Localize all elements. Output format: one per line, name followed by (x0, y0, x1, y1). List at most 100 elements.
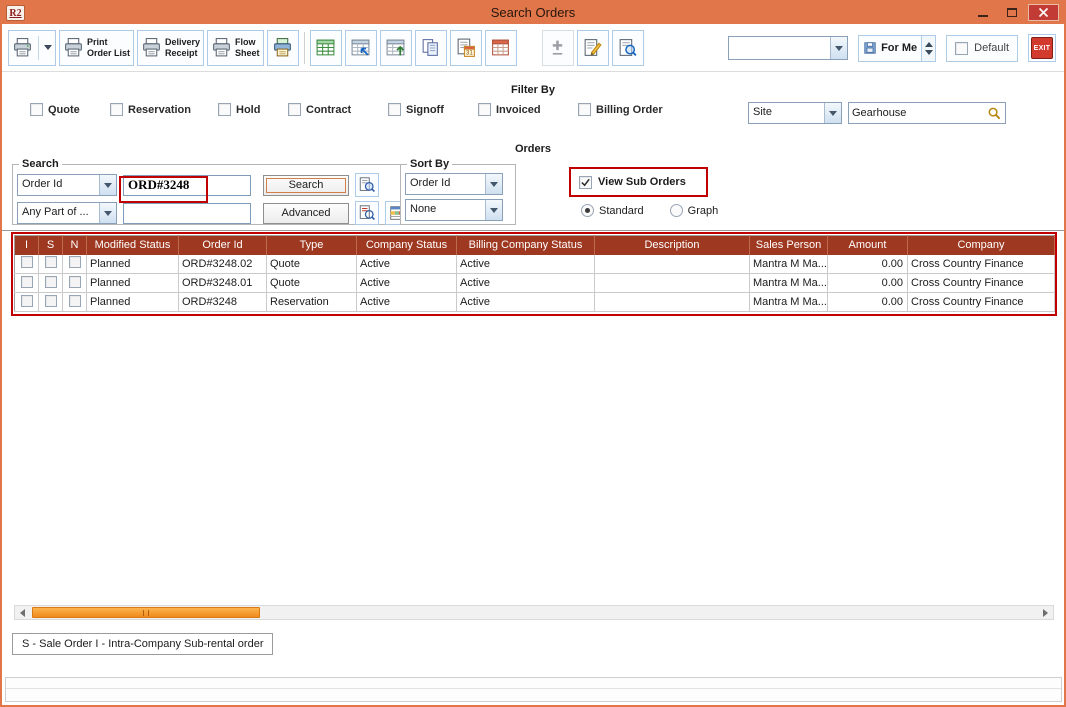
copy-button[interactable] (415, 30, 447, 66)
titlebar[interactable]: R2 Search Orders (2, 2, 1064, 24)
filter-checkbox-billing-order[interactable]: Billing Order (578, 103, 663, 116)
col-billing-company-status[interactable]: Billing Company Status (457, 236, 595, 255)
cell-order-id[interactable]: ORD#3248.01 (179, 274, 267, 293)
view-sub-orders-checkbox[interactable] (579, 176, 592, 189)
sort-primary-dropdown[interactable] (485, 174, 502, 194)
col-n[interactable]: N (63, 236, 87, 255)
cell-amount[interactable]: 0.00 (828, 293, 908, 312)
radio-selected-icon[interactable] (581, 204, 594, 217)
graph-radio-option[interactable]: Graph (670, 204, 719, 217)
schedule-button[interactable]: 31 (450, 30, 482, 66)
default-toggle[interactable]: Default (946, 35, 1018, 62)
filter-checkbox-quote[interactable]: Quote (30, 103, 80, 116)
delivery-receipt-button[interactable]: DeliveryReceipt (137, 30, 204, 66)
row-checkbox-s[interactable] (45, 295, 57, 307)
add-button[interactable] (542, 30, 574, 66)
cell-company[interactable]: Cross Country Finance (908, 293, 1055, 312)
checkbox[interactable] (110, 103, 123, 116)
spinner-up-icon[interactable] (925, 42, 933, 47)
spinner-down-icon[interactable] (925, 50, 933, 55)
cell-company-status[interactable]: Active (357, 274, 457, 293)
part-selector-dropdown[interactable] (99, 203, 116, 223)
cell-sales-person[interactable]: Mantra M Ma... (750, 255, 828, 274)
import-grid-button[interactable] (345, 30, 377, 66)
preview-button[interactable] (612, 30, 644, 66)
cell-amount[interactable]: 0.00 (828, 274, 908, 293)
checkbox[interactable] (578, 103, 591, 116)
cell-company-status[interactable]: Active (357, 255, 457, 274)
cell-type[interactable]: Quote (267, 274, 357, 293)
cell-type[interactable]: Quote (267, 255, 357, 274)
standard-radio-option[interactable]: Standard (581, 204, 644, 217)
filter-checkbox-reservation[interactable]: Reservation (110, 103, 191, 116)
print-split-button[interactable] (8, 30, 56, 66)
cell-billing-company-status[interactable]: Active (457, 293, 595, 312)
row-checkbox-s[interactable] (45, 276, 57, 288)
row-checkbox-n[interactable] (69, 276, 81, 288)
cell-modified-status[interactable]: Planned (87, 274, 179, 293)
flow-sheet-button[interactable]: FlowSheet (207, 30, 264, 66)
table-row[interactable]: Planned ORD#3248 Reservation Active Acti… (15, 293, 1055, 312)
cell-sales-person[interactable]: Mantra M Ma... (750, 274, 828, 293)
cell-company-status[interactable]: Active (357, 293, 457, 312)
cell-description[interactable] (595, 255, 750, 274)
maximize-button[interactable] (999, 4, 1024, 21)
cell-amount[interactable]: 0.00 (828, 255, 908, 274)
edit-button[interactable] (577, 30, 609, 66)
horizontal-scrollbar[interactable] (14, 605, 1054, 620)
default-checkbox[interactable] (955, 42, 968, 55)
search-button[interactable]: Search (263, 175, 349, 196)
col-amount[interactable]: Amount (828, 236, 908, 255)
cell-sales-person[interactable]: Mantra M Ma... (750, 293, 828, 312)
chevron-down-icon[interactable] (44, 45, 52, 50)
cell-order-id[interactable]: ORD#3248.02 (179, 255, 267, 274)
scroll-left-button[interactable] (15, 606, 30, 619)
filter-checkbox-hold[interactable]: Hold (218, 103, 260, 116)
sort-secondary-combo[interactable]: None (405, 199, 503, 221)
col-i[interactable]: I (15, 236, 39, 255)
profile-combo[interactable] (728, 36, 848, 60)
col-description[interactable]: Description (595, 236, 750, 255)
row-checkbox-n[interactable] (69, 256, 81, 268)
for-me-spinner[interactable] (922, 35, 936, 62)
sort-primary-combo[interactable]: Order Id (405, 173, 503, 195)
part-input[interactable] (123, 203, 251, 224)
site-search-field[interactable]: Gearhouse (848, 102, 1006, 124)
col-type[interactable]: Type (267, 236, 357, 255)
exit-button[interactable]: EXIT (1028, 34, 1056, 62)
col-company-status[interactable]: Company Status (357, 236, 457, 255)
scrollbar-track[interactable] (30, 606, 1038, 619)
cell-type[interactable]: Reservation (267, 293, 357, 312)
close-button[interactable] (1028, 4, 1059, 21)
filter-checkbox-signoff[interactable]: Signoff (388, 103, 444, 116)
calendar-button[interactable] (485, 30, 517, 66)
col-sales-person[interactable]: Sales Person (750, 236, 828, 255)
row-checkbox-s[interactable] (45, 256, 57, 268)
site-combo[interactable]: Site (748, 102, 842, 124)
row-checkbox-i[interactable] (21, 295, 33, 307)
scroll-right-button[interactable] (1038, 606, 1053, 619)
cell-billing-company-status[interactable]: Active (457, 274, 595, 293)
cell-company[interactable]: Cross Country Finance (908, 255, 1055, 274)
col-company[interactable]: Company (908, 236, 1055, 255)
col-s[interactable]: S (39, 236, 63, 255)
radio-icon[interactable] (670, 204, 683, 217)
checkbox[interactable] (388, 103, 401, 116)
print-color-button[interactable] (267, 30, 299, 66)
cell-description[interactable] (595, 293, 750, 312)
for-me-button[interactable]: For Me (858, 35, 922, 62)
row-checkbox-n[interactable] (69, 295, 81, 307)
send-grid-button[interactable] (380, 30, 412, 66)
cell-modified-status[interactable]: Planned (87, 255, 179, 274)
checkbox[interactable] (30, 103, 43, 116)
table-row[interactable]: Planned ORD#3248.01 Quote Active Active … (15, 274, 1055, 293)
part-selector[interactable]: Any Part of ... (17, 202, 117, 224)
row-checkbox-i[interactable] (21, 256, 33, 268)
export-grid-button[interactable] (310, 30, 342, 66)
profile-combo-dropdown[interactable] (830, 37, 847, 59)
order-id-input[interactable] (123, 175, 251, 196)
search-report-button[interactable] (355, 173, 379, 197)
cell-billing-company-status[interactable]: Active (457, 255, 595, 274)
scrollbar-thumb[interactable] (32, 607, 260, 618)
filter-checkbox-invoiced[interactable]: Invoiced (478, 103, 541, 116)
